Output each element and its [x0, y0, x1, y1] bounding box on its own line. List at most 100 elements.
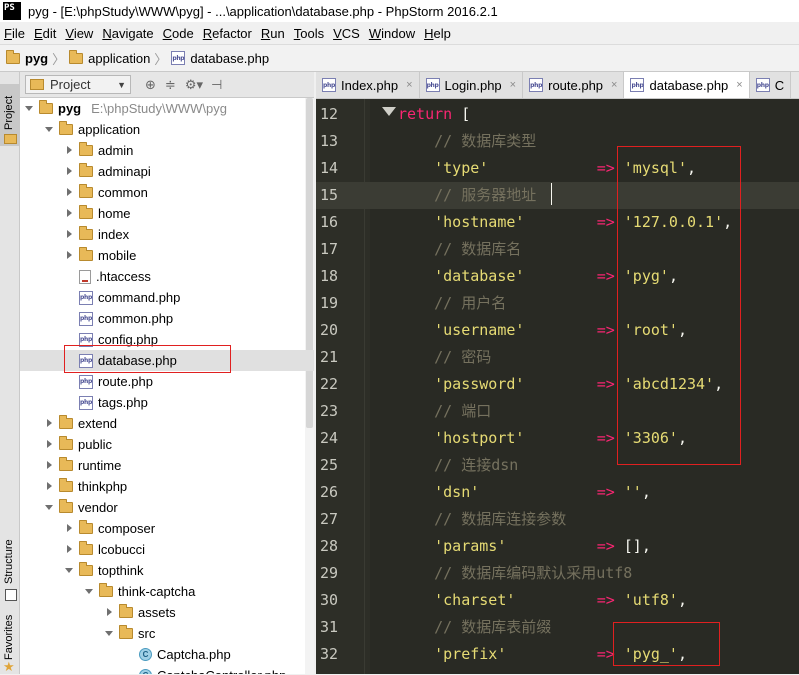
highlight-box-connection-values [617, 146, 741, 465]
line-number: 21 [320, 348, 339, 366]
close-tab-icon[interactable]: × [510, 79, 516, 91]
tree-node-common-php[interactable]: php common.php [20, 308, 314, 329]
tree-node-think-captcha[interactable]: think-captcha [20, 581, 314, 602]
expand-arrow-right-icon[interactable] [65, 167, 74, 176]
tree-node-lcobucci[interactable]: lcobucci [20, 539, 314, 560]
expand-arrow-right-icon[interactable] [105, 608, 114, 617]
breadcrumb-file[interactable]: php database.php [171, 51, 269, 66]
expand-arrow-down-icon[interactable] [65, 566, 74, 575]
menu-vcs[interactable]: VCS [329, 26, 365, 41]
breadcrumb-project[interactable]: pyg [6, 49, 48, 66]
gear-icon[interactable]: ⚙▾ [185, 77, 203, 93]
editor-tab-index-php[interactable]: php Index.php × [316, 72, 420, 98]
expand-arrow-right-icon[interactable] [45, 482, 54, 491]
tree-node-command-php[interactable]: php command.php [20, 287, 314, 308]
menu-tools[interactable]: Tools [290, 26, 329, 41]
expand-arrow-right-icon[interactable] [65, 188, 74, 197]
expand-arrow-right-icon[interactable] [45, 461, 54, 470]
expand-arrow-down-icon[interactable] [25, 104, 34, 113]
menu-edit[interactable]: Edit [30, 26, 61, 41]
menu-code[interactable]: Code [159, 26, 199, 41]
line-number: 19 [320, 294, 339, 312]
scroll-from-source-icon[interactable]: ⊕ [145, 77, 156, 93]
expand-arrow-down-icon[interactable] [85, 587, 94, 596]
code-text: 'dsn' => '', [398, 479, 651, 506]
tree-node-home[interactable]: home [20, 203, 314, 224]
tree-node-vendor[interactable]: vendor [20, 497, 314, 518]
line-number: 16 [320, 213, 339, 231]
menu-window[interactable]: Window [365, 26, 420, 41]
code-token: => [596, 375, 615, 393]
breadcrumb-application[interactable]: application [69, 49, 150, 66]
close-tab-icon[interactable]: × [406, 79, 412, 91]
tree-node-tags-php[interactable]: php tags.php [20, 392, 314, 413]
star-icon: ★ [3, 659, 15, 674]
code-token: 'type' [398, 159, 489, 177]
php-file-icon: php [529, 78, 544, 92]
tree-node-adminapi[interactable]: adminapi [20, 161, 314, 182]
structure-side-tab[interactable]: Structure [0, 527, 20, 602]
folder-icon [59, 457, 73, 471]
collapse-all-icon[interactable]: ≑ [165, 77, 176, 93]
favorites-side-tab[interactable]: Favorites ★ [0, 612, 20, 674]
folder-icon [59, 499, 73, 513]
project-view-dropdown[interactable]: Project ▼ [25, 75, 131, 94]
tree-node-assets[interactable]: assets [20, 602, 314, 623]
expand-arrow-down-icon[interactable] [45, 503, 54, 512]
tree-node-index[interactable]: index [20, 224, 314, 245]
menu-file[interactable]: File [0, 26, 30, 41]
editor-tab-route-php[interactable]: php route.php × [523, 72, 625, 98]
code-token: return [398, 105, 453, 123]
tree-node-mobile[interactable]: mobile [20, 245, 314, 266]
tree-node-public[interactable]: public [20, 434, 314, 455]
code-text: // 连接dsn [398, 452, 518, 479]
tree-node-htaccess[interactable]: .htaccess [20, 266, 314, 287]
tree-node-extend[interactable]: extend [20, 413, 314, 434]
expand-arrow-right-icon[interactable] [65, 524, 74, 533]
fold-marker-icon[interactable] [382, 107, 396, 116]
menu-refactor[interactable]: Refactor [199, 26, 257, 41]
code-token: => [596, 321, 615, 339]
project-side-tab[interactable]: Project [0, 84, 20, 146]
expand-arrow-right-icon[interactable] [65, 545, 74, 554]
menu-run[interactable]: Run [257, 26, 290, 41]
expand-arrow-down-icon[interactable] [45, 125, 54, 134]
hide-panel-icon[interactable]: ⊣ [211, 77, 222, 93]
editor-tab-login-php[interactable]: php Login.php × [419, 72, 524, 98]
expand-arrow-right-icon[interactable] [65, 230, 74, 239]
tree-node-captcha-php[interactable]: C Captcha.php [20, 644, 314, 665]
tree-node-thinkphp[interactable]: thinkphp [20, 476, 314, 497]
code-line: 30 'charset' => 'utf8', [316, 587, 799, 614]
expand-arrow-right-icon[interactable] [65, 251, 74, 260]
tree-node-src[interactable]: src [20, 623, 314, 644]
tree-node-topthink[interactable]: topthink [20, 560, 314, 581]
menu-navigate[interactable]: Navigate [98, 26, 158, 41]
tree-node-admin[interactable]: admin [20, 140, 314, 161]
expand-arrow-right-icon[interactable] [65, 209, 74, 218]
code-token: // 连接dsn [398, 456, 519, 474]
tree-node-application[interactable]: application [20, 119, 314, 140]
menu-help[interactable]: Help [420, 26, 456, 41]
menu-view[interactable]: View [61, 26, 98, 41]
folder-icon [119, 604, 133, 618]
expand-arrow-right-icon[interactable] [45, 440, 54, 449]
tree-node-pyg[interactable]: pyg E:\phpStudy\WWW\pyg [20, 98, 314, 119]
tree-node-captchacontroller-php[interactable]: C CaptchaController.php [20, 665, 314, 674]
expand-arrow-right-icon[interactable] [65, 146, 74, 155]
tree-node-runtime[interactable]: runtime [20, 455, 314, 476]
code-line: 28 'params' => [], [316, 533, 799, 560]
left-tool-strip: Project Structure Favorites ★ [0, 72, 20, 674]
expand-arrow-down-icon[interactable] [105, 629, 114, 638]
tree-node-route-php[interactable]: php route.php [20, 371, 314, 392]
tree-node-composer[interactable]: composer [20, 518, 314, 539]
editor-tab-database-php[interactable]: php database.php × [624, 72, 750, 98]
structure-icon [5, 589, 17, 601]
highlight-box-database-file [64, 345, 231, 373]
close-tab-icon[interactable]: × [611, 79, 617, 91]
expand-arrow-right-icon[interactable] [45, 419, 54, 428]
tree-node-common[interactable]: common [20, 182, 314, 203]
close-tab-icon[interactable]: × [736, 79, 742, 91]
editor-tab-c[interactable]: php C [749, 72, 792, 98]
